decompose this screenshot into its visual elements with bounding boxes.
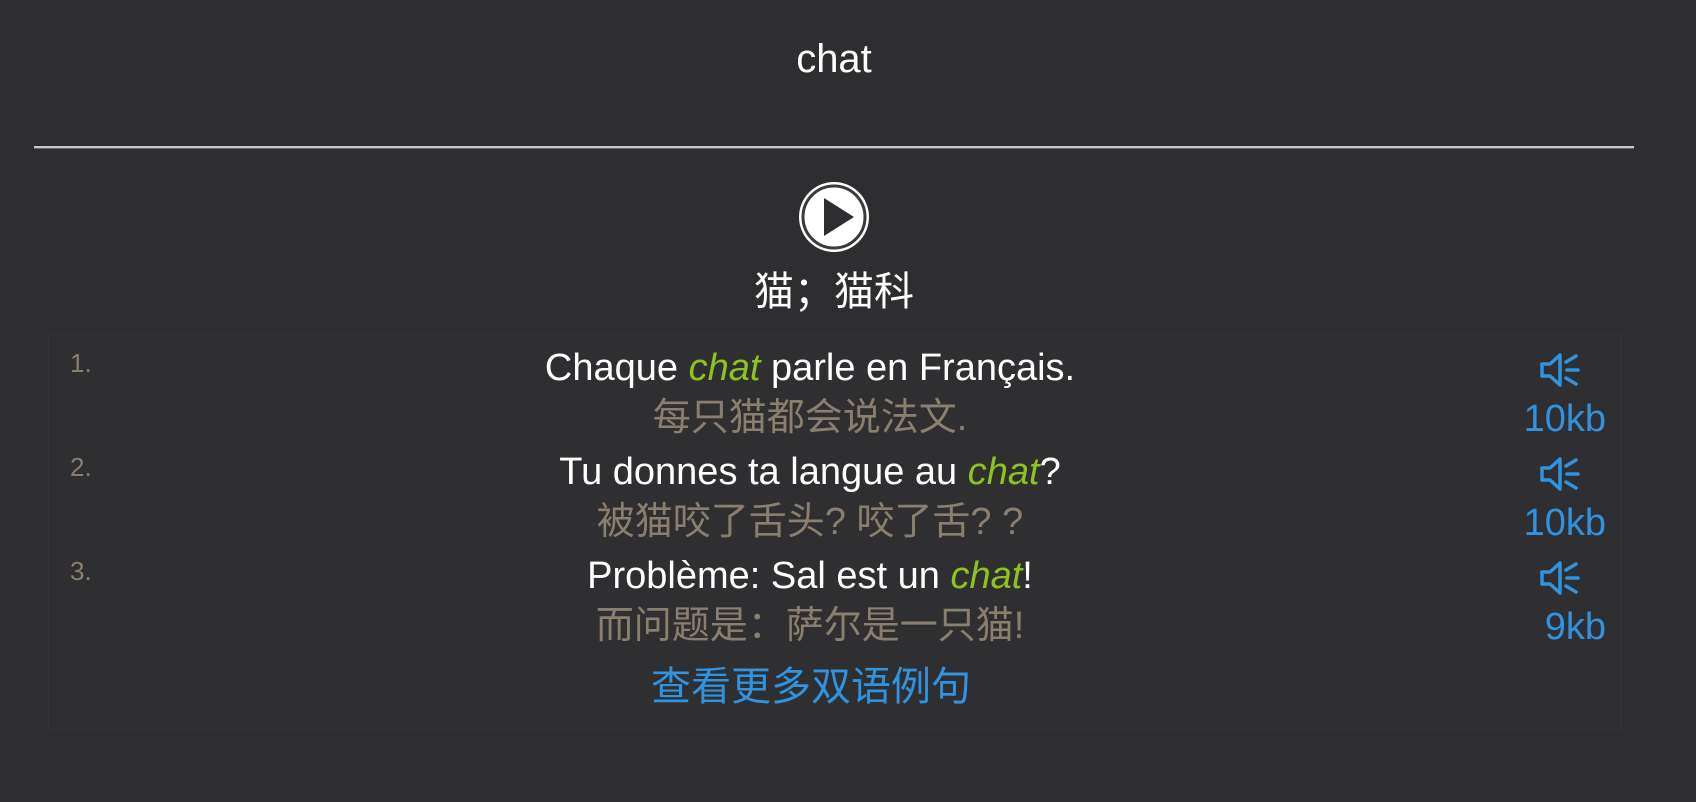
- example-french-sentence: Problème: Sal est un chat!: [48, 554, 1572, 598]
- example-audio-button[interactable]: 9kb: [1496, 558, 1606, 648]
- definition-text: 猫；猫科: [754, 270, 914, 314]
- sentence-part: Problème: Sal est un: [587, 555, 951, 597]
- sentence-part: !: [1022, 555, 1033, 597]
- example-french-sentence: Chaque chat parle en Français.: [48, 346, 1572, 390]
- speaker-icon: [1540, 353, 1580, 387]
- highlighted-keyword: chat: [950, 555, 1023, 597]
- example-audio-button[interactable]: 10kb: [1496, 454, 1606, 544]
- bilingual-examples-panel: 1. Chaque chat parle en Français. 每只猫都会说…: [48, 334, 1622, 730]
- example-audio-button[interactable]: 10kb: [1496, 350, 1606, 440]
- example-chinese-translation: 而问题是：萨尔是一只猫!: [595, 605, 1025, 647]
- word-title: chat: [796, 37, 872, 81]
- audio-file-size: 10kb: [1523, 502, 1606, 544]
- example-item: 3. Problème: Sal est un chat! 而问题是：萨尔是一只…: [48, 542, 1622, 648]
- sentence-part: parle en Français.: [760, 347, 1076, 389]
- header-divider: [34, 146, 1634, 149]
- speaker-icon: [1540, 457, 1580, 491]
- example-french-sentence: Tu donnes ta langue au chat?: [48, 450, 1572, 494]
- dictionary-entry-page: chat 猫；猫科 1. Chaque chat parle en França…: [0, 0, 1696, 802]
- sentence-part: Tu donnes ta langue au: [559, 451, 968, 493]
- example-chinese-translation: 每只猫都会说法文.: [652, 397, 968, 439]
- sentence-part: ?: [1039, 451, 1061, 493]
- speaker-icon: [1540, 561, 1580, 595]
- example-item: 2. Tu donnes ta langue au chat? 被猫咬了舌头? …: [48, 438, 1622, 544]
- play-pronunciation-button[interactable]: [798, 181, 870, 253]
- sentence-part: Chaque: [544, 347, 689, 389]
- play-circle-icon: [799, 182, 869, 252]
- highlighted-keyword: chat: [967, 451, 1040, 493]
- highlighted-keyword: chat: [688, 347, 761, 389]
- more-bilingual-examples-link[interactable]: 查看更多双语例句: [48, 662, 1622, 712]
- example-item: 1. Chaque chat parle en Français. 每只猫都会说…: [48, 334, 1622, 440]
- audio-file-size: 10kb: [1523, 398, 1606, 440]
- audio-file-size: 9kb: [1544, 606, 1606, 648]
- example-chinese-translation: 被猫咬了舌头? 咬了舌? ?: [596, 501, 1024, 543]
